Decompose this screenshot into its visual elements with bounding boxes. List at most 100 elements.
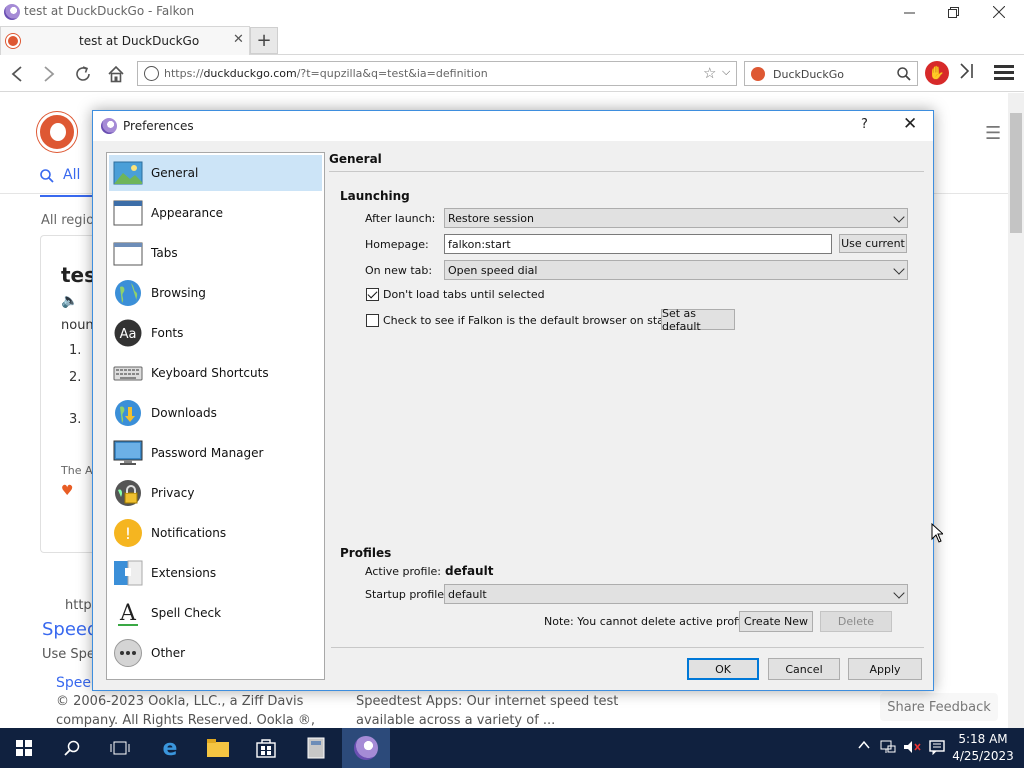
tray-chevron-up-icon[interactable] [858, 739, 870, 755]
address-bar[interactable]: https://duckduckgo.com/?t=qupzilla&q=tes… [137, 61, 737, 86]
set-as-default-button[interactable]: Set as default [661, 307, 735, 333]
password-icon [113, 440, 143, 465]
tab-label: test at DuckDuckGo [79, 34, 200, 48]
network-icon[interactable] [880, 739, 896, 759]
window-title-bar: test at DuckDuckGo - Falkon [0, 0, 1024, 24]
app-taskbar-button[interactable] [292, 728, 340, 768]
category-password-manager[interactable]: Password Manager [109, 435, 322, 471]
sitelink-title[interactable]: Spee [56, 675, 91, 691]
search-button[interactable] [48, 728, 96, 768]
profiles-section-title: Profiles [340, 546, 392, 560]
navigation-toolbar: https://duckduckgo.com/?t=qupzilla&q=tes… [0, 56, 1024, 92]
ok-button[interactable]: OK [687, 658, 759, 680]
startup-profile-label: Startup profile: [365, 588, 448, 601]
result-snippet: Use Spe [42, 647, 95, 662]
forward-button[interactable] [38, 63, 60, 85]
category-other[interactable]: Other [109, 635, 322, 671]
system-clock[interactable]: 5:18 AM 4/25/2023 [952, 731, 1014, 765]
svg-text:!: ! [125, 524, 131, 543]
sitelink-snippet: © 2006-2023 Ookla, LLC., a Ziff Davis [56, 694, 304, 709]
falkon-logo-icon [354, 736, 378, 760]
category-tabs[interactable]: Tabs [109, 235, 322, 271]
dont-load-tabs-label[interactable]: Don't load tabs until selected [383, 288, 545, 301]
dialog-title-bar: Preferences ? ✕ [93, 111, 933, 141]
chevron-down-icon[interactable]: ⌵ [722, 65, 730, 79]
home-button[interactable] [105, 63, 127, 85]
category-privacy[interactable]: Privacy [109, 475, 322, 511]
category-keyboard-shortcuts[interactable]: Keyboard Shortcuts [109, 355, 322, 391]
home-icon [108, 65, 124, 83]
category-general[interactable]: General [109, 155, 322, 191]
after-launch-select[interactable]: Restore session [444, 208, 908, 228]
category-extensions[interactable]: Extensions [109, 555, 322, 591]
button-row-divider [331, 647, 924, 648]
heart-icon[interactable]: ♥ [61, 483, 74, 499]
start-button[interactable] [0, 728, 48, 768]
minimize-button[interactable] [886, 0, 932, 24]
page-menu-icon[interactable]: ☰ [985, 123, 1001, 144]
edge-icon: e [162, 735, 178, 761]
search-icon[interactable] [897, 67, 911, 81]
dont-load-tabs-checkbox[interactable] [366, 288, 379, 301]
check-default-browser-checkbox[interactable] [366, 314, 379, 327]
menu-hamburger-icon[interactable] [994, 62, 1014, 83]
new-tab-button[interactable]: + [250, 27, 278, 54]
create-new-profile-button[interactable]: Create New [739, 611, 813, 632]
category-browsing[interactable]: Browsing [109, 275, 322, 311]
address-url[interactable]: https://duckduckgo.com/?t=qupzilla&q=tes… [164, 67, 488, 80]
notification-center-icon[interactable] [929, 739, 945, 759]
file-explorer-taskbar-button[interactable] [194, 728, 242, 768]
reload-button[interactable] [72, 63, 94, 85]
adblock-icon[interactable]: ✋ [925, 61, 949, 85]
taskbar: e 5:18 AM 4/25/2023 [0, 728, 1024, 768]
dialog-close-button[interactable]: ✕ [903, 114, 917, 134]
tab-close-icon[interactable]: ✕ [233, 32, 244, 47]
use-current-button[interactable]: Use current [839, 234, 907, 253]
duckduckgo-logo-icon[interactable] [37, 112, 77, 152]
category-fonts[interactable]: Aa Fonts [109, 315, 322, 351]
startup-profile-select[interactable]: default [444, 584, 908, 604]
delete-profile-button[interactable]: Delete [820, 611, 892, 632]
search-bar[interactable]: DuckDuckGo [744, 61, 918, 86]
search-engine-placeholder: DuckDuckGo [773, 68, 844, 81]
category-appearance[interactable]: Appearance [109, 195, 322, 231]
help-button[interactable]: ? [861, 117, 868, 132]
sidebar-toggle-icon[interactable] [960, 63, 974, 83]
cancel-button[interactable]: Cancel [768, 658, 840, 680]
scrollbar-thumb[interactable] [1010, 113, 1022, 233]
edge-taskbar-button[interactable]: e [146, 728, 194, 768]
duckduckgo-engine-icon[interactable] [751, 67, 765, 81]
category-list: General Appearance Tabs Browsing Aa Font… [106, 152, 325, 680]
category-notifications[interactable]: ! Notifications [109, 515, 322, 551]
task-view-button[interactable] [96, 728, 144, 768]
appearance-icon [113, 200, 143, 226]
on-new-tab-select[interactable]: Open speed dial [444, 260, 908, 280]
preferences-dialog: Preferences ? ✕ General Appearance Tabs … [92, 110, 934, 691]
falkon-taskbar-button[interactable] [342, 728, 390, 768]
store-taskbar-button[interactable] [242, 728, 290, 768]
svg-text:A: A [119, 601, 137, 626]
answer-title: tes [61, 263, 97, 287]
profile-note: Note: You cannot delete active profile. [544, 615, 755, 628]
bookmark-star-icon[interactable]: ☆ [703, 64, 716, 82]
speaker-icon[interactable]: 🔈 [61, 293, 78, 309]
result-title-link[interactable]: Speed [42, 619, 98, 640]
clock-time: 5:18 AM [958, 732, 1008, 746]
category-spell-check[interactable]: A Spell Check [109, 595, 322, 631]
restore-button[interactable] [930, 0, 976, 24]
close-window-button[interactable] [976, 0, 1022, 24]
definition-number: 3. [69, 412, 82, 427]
back-button[interactable] [6, 63, 28, 85]
volume-muted-icon[interactable] [903, 739, 921, 759]
check-default-browser-label[interactable]: Check to see if Falkon is the default br… [383, 314, 687, 327]
after-launch-label: After launch: [365, 212, 436, 225]
tab-duckduckgo[interactable]: test at DuckDuckGo ✕ [0, 26, 250, 55]
apply-button[interactable]: Apply [848, 658, 922, 680]
store-icon [256, 739, 276, 758]
tab-strip: test at DuckDuckGo ✕ + [0, 25, 1024, 55]
category-downloads[interactable]: Downloads [109, 395, 322, 431]
page-scrollbar[interactable] [1008, 93, 1024, 728]
homepage-input[interactable]: falkon:start [444, 234, 832, 254]
fonts-icon: Aa [114, 319, 142, 347]
share-feedback-button[interactable]: Share Feedback [880, 693, 998, 721]
